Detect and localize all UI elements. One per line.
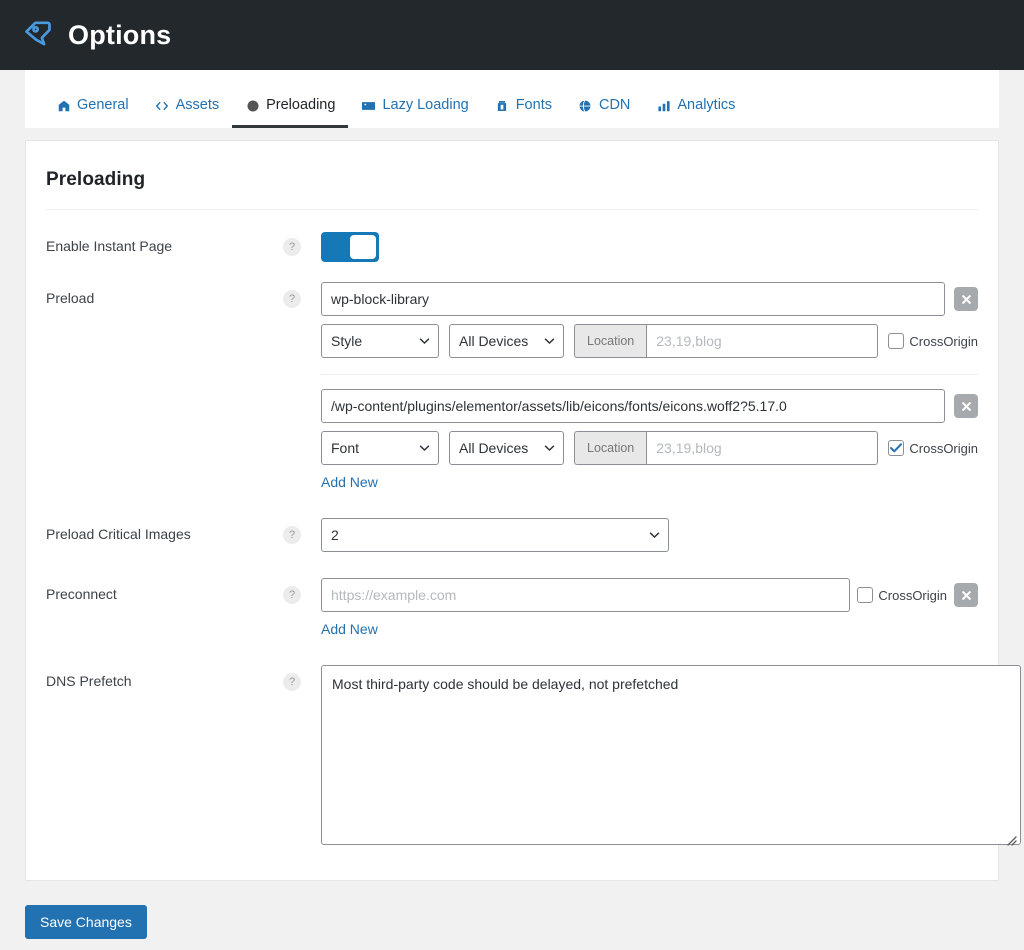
toggle-enable-instant-page[interactable] bbox=[321, 232, 379, 262]
settings-card: Preloading Enable Instant Page ? Preload… bbox=[25, 140, 1021, 881]
help-icon-preconnect[interactable]: ? bbox=[283, 586, 301, 604]
preload-type-select-wrap: Font bbox=[321, 431, 439, 465]
preload-crossorigin-checkbox[interactable] bbox=[888, 440, 905, 456]
row-label-dns-prefetch: DNS Prefetch bbox=[46, 673, 132, 689]
close-x-icon bbox=[961, 590, 971, 600]
preload-type-select[interactable]: Font bbox=[321, 431, 439, 465]
preload-crossorigin-label: CrossOrigin bbox=[909, 333, 978, 349]
tab-cdn[interactable]: CDN bbox=[565, 98, 643, 128]
tab-analytics-label: Analytics bbox=[677, 97, 736, 114]
code-icon bbox=[155, 98, 170, 113]
preload-delete-button[interactable] bbox=[954, 394, 978, 418]
clock-icon bbox=[245, 98, 260, 113]
tab-fonts-label: Fonts bbox=[515, 97, 552, 114]
row-preload-critical-images: Preload Critical Images ? 2 bbox=[46, 492, 978, 552]
tab-general[interactable]: General bbox=[43, 98, 142, 128]
preload-type-select[interactable]: Style bbox=[321, 324, 439, 358]
app-header: Options bbox=[0, 0, 1024, 70]
font-case-icon bbox=[495, 98, 510, 113]
preload-location-tag: Location bbox=[574, 431, 647, 465]
preconnect-url-input[interactable] bbox=[321, 578, 851, 612]
preload-devices-select[interactable]: All Devices bbox=[449, 431, 564, 465]
tab-assets[interactable]: Assets bbox=[142, 98, 233, 128]
tab-lazy-loading[interactable]: Lazy Loading bbox=[348, 98, 481, 128]
preconnect-add-new-link[interactable]: Add New bbox=[321, 621, 378, 637]
preload-url-input[interactable] bbox=[321, 389, 945, 423]
tab-fonts[interactable]: Fonts bbox=[482, 98, 565, 128]
tab-preloading[interactable]: Preloading bbox=[232, 97, 349, 128]
preconnect-delete-button[interactable] bbox=[954, 583, 978, 607]
dns-prefetch-textarea[interactable]: Most third-party code should be delayed,… bbox=[321, 665, 1021, 845]
panel-heading: Preloading bbox=[46, 169, 146, 190]
preload-url-input[interactable] bbox=[321, 282, 945, 316]
close-x-icon bbox=[961, 294, 971, 304]
critical-images-select-wrap: 2 bbox=[321, 518, 669, 552]
preload-item-divider bbox=[321, 374, 978, 375]
row-enable-instant-page: Enable Instant Page ? bbox=[46, 210, 978, 262]
location-tag-icon bbox=[22, 18, 56, 52]
preload-add-new-link[interactable]: Add New bbox=[321, 474, 378, 490]
tab-preloading-label: Preloading bbox=[266, 97, 336, 114]
preload-crossorigin-checkbox[interactable] bbox=[888, 333, 905, 349]
help-icon-preload[interactable]: ? bbox=[283, 290, 301, 308]
toggle-knob bbox=[350, 235, 376, 259]
tab-analytics[interactable]: Analytics bbox=[643, 98, 748, 128]
row-preload: Preload ? wp-block-library Style All Dev… bbox=[46, 262, 978, 492]
preconnect-crossorigin-toggle[interactable]: CrossOrigin bbox=[857, 587, 947, 603]
preload-crossorigin-label: CrossOrigin bbox=[909, 440, 978, 456]
row-preconnect: Preconnect ? CrossOrigin bbox=[46, 552, 978, 639]
preload-crossorigin-toggle[interactable]: CrossOrigin bbox=[888, 440, 978, 456]
dns-prefetch-area-wrap: Most third-party code should be delayed,… bbox=[321, 665, 1021, 850]
preload-item: Font All Devices Location bbox=[321, 389, 978, 465]
app-title: Options bbox=[68, 19, 172, 50]
bar-chart-icon bbox=[656, 98, 671, 113]
critical-images-select[interactable]: 2 bbox=[321, 518, 669, 552]
help-icon-preload-critical-images[interactable]: ? bbox=[283, 526, 301, 544]
preload-delete-button[interactable] bbox=[954, 287, 978, 311]
preload-location-input[interactable] bbox=[646, 324, 879, 358]
image-icon bbox=[361, 98, 376, 113]
preload-devices-select-wrap: All Devices bbox=[449, 431, 564, 465]
dashboard-icon bbox=[56, 98, 71, 113]
tab-assets-label: Assets bbox=[175, 97, 220, 114]
preload-location-group: Location bbox=[574, 431, 879, 465]
row-label-preload-critical-images: Preload Critical Images bbox=[46, 526, 191, 542]
preconnect-crossorigin-checkbox[interactable] bbox=[857, 587, 874, 603]
globe-icon bbox=[578, 98, 593, 113]
preconnect-crossorigin-label: CrossOrigin bbox=[878, 587, 947, 603]
preload-devices-select[interactable]: All Devices bbox=[449, 324, 564, 358]
help-icon-dns-prefetch[interactable]: ? bbox=[283, 673, 301, 691]
preload-devices-select-wrap: All Devices bbox=[449, 324, 564, 358]
preload-crossorigin-toggle[interactable]: CrossOrigin bbox=[888, 333, 978, 349]
tab-general-label: General bbox=[77, 97, 129, 114]
preload-location-input[interactable] bbox=[646, 431, 879, 465]
tab-cdn-label: CDN bbox=[598, 97, 631, 114]
row-label-preconnect: Preconnect bbox=[46, 586, 117, 602]
preload-location-tag: Location bbox=[574, 324, 647, 358]
save-changes-button[interactable]: Save Changes bbox=[25, 905, 147, 939]
tab-bar: General Assets Preloading Lazy Loading F… bbox=[25, 70, 999, 128]
checkmark-icon bbox=[890, 443, 903, 453]
row-label-enable-instant-page: Enable Instant Page bbox=[46, 238, 173, 254]
row-label-preload: Preload bbox=[46, 290, 95, 306]
preload-item: Style All Devices Location bbox=[321, 282, 978, 358]
preload-type-select-wrap: Style bbox=[321, 324, 439, 358]
close-x-icon bbox=[961, 401, 971, 411]
row-dns-prefetch: DNS Prefetch ? Most third-party code sho… bbox=[46, 639, 1021, 856]
tab-lazy-loading-label: Lazy Loading bbox=[382, 97, 469, 114]
preload-location-group: Location bbox=[574, 324, 879, 358]
help-icon-enable-instant-page[interactable]: ? bbox=[283, 238, 301, 256]
